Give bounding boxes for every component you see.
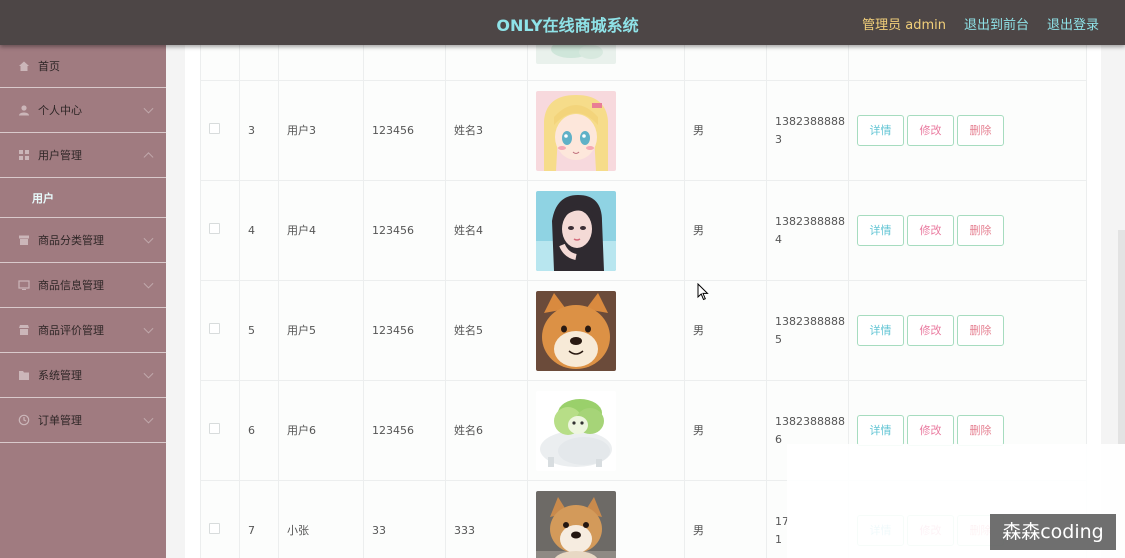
screen-icon bbox=[18, 279, 30, 291]
table-row bbox=[200, 45, 1087, 81]
chevron-down-icon bbox=[143, 103, 154, 114]
row-checkbox[interactable] bbox=[209, 322, 220, 334]
delete-button[interactable]: 删除 bbox=[957, 315, 1004, 346]
row-gender: 男 bbox=[684, 180, 767, 281]
table-row: 4 用户4 123456 姓名4 男 1382388888 4 详情 修改 删除 bbox=[200, 180, 1087, 281]
sidebar-item-label: 个人中心 bbox=[38, 104, 82, 117]
avatar-image bbox=[536, 490, 616, 558]
sidebar: 首页 个人中心 用户管理 用户 商品分类管理 商品信息管理 商品评价管理 系统管… bbox=[0, 45, 166, 558]
row-password: 33 bbox=[363, 480, 446, 558]
row-phone: 1382388888 4 bbox=[775, 214, 845, 246]
row-index: 7 bbox=[239, 480, 279, 558]
sidebar-item-user-management[interactable]: 用户管理 bbox=[0, 133, 166, 178]
delete-button[interactable]: 删除 bbox=[957, 115, 1004, 146]
sidebar-item-order-management[interactable]: 订单管理 bbox=[0, 398, 166, 443]
row-username: 用户4 bbox=[278, 180, 364, 281]
chevron-down-icon bbox=[143, 323, 154, 334]
avatar-image bbox=[536, 290, 616, 371]
chevron-down-icon bbox=[143, 278, 154, 289]
table-row: 5 用户5 123456 姓名5 男 1382388888 5 详情 修改 删除 bbox=[200, 280, 1087, 381]
detail-button[interactable]: 详情 bbox=[857, 215, 904, 246]
chevron-down-icon bbox=[143, 233, 154, 244]
archive-icon bbox=[18, 234, 30, 246]
sidebar-item-label: 用户管理 bbox=[38, 149, 82, 162]
edit-button[interactable]: 修改 bbox=[907, 415, 954, 446]
row-username: 用户6 bbox=[278, 380, 364, 481]
logout-link[interactable]: 退出登录 bbox=[1047, 14, 1099, 33]
clock-icon bbox=[18, 414, 30, 426]
sidebar-item-label: 商品评价管理 bbox=[38, 324, 104, 337]
sidebar-item-label: 商品信息管理 bbox=[38, 279, 104, 292]
sidebar-item-home[interactable]: 首页 bbox=[0, 45, 166, 88]
row-name: 333 bbox=[445, 480, 528, 558]
chevron-down-icon bbox=[143, 413, 154, 424]
detail-button[interactable]: 详情 bbox=[857, 315, 904, 346]
folder-icon bbox=[18, 369, 30, 381]
sidebar-item-personal-center[interactable]: 个人中心 bbox=[0, 88, 166, 133]
row-index: 6 bbox=[239, 380, 279, 481]
store-icon bbox=[18, 324, 30, 336]
sidebar-item-category-management[interactable]: 商品分类管理 bbox=[0, 218, 166, 263]
row-gender: 男 bbox=[684, 480, 767, 558]
user-icon bbox=[18, 104, 30, 116]
sidebar-item-label: 系统管理 bbox=[38, 369, 82, 382]
exit-to-frontend-link[interactable]: 退出到前台 bbox=[964, 14, 1029, 33]
detail-button[interactable]: 详情 bbox=[857, 115, 904, 146]
row-checkbox[interactable] bbox=[209, 422, 220, 434]
row-checkbox[interactable] bbox=[209, 122, 220, 134]
sidebar-item-system-management[interactable]: 系统管理 bbox=[0, 353, 166, 398]
row-phone: 1382388888 3 bbox=[775, 114, 845, 146]
sidebar-item-label: 商品分类管理 bbox=[38, 234, 104, 247]
avatar-image bbox=[536, 390, 616, 471]
edit-button[interactable]: 修改 bbox=[907, 315, 954, 346]
row-checkbox[interactable] bbox=[209, 522, 220, 534]
chevron-down-icon bbox=[143, 368, 154, 379]
admin-label: 管理员 admin bbox=[862, 18, 946, 33]
sidebar-item-review-management[interactable]: 商品评价管理 bbox=[0, 308, 166, 353]
row-password: 123456 bbox=[363, 280, 446, 381]
row-index: 4 bbox=[239, 180, 279, 281]
avatar-image bbox=[536, 190, 616, 271]
table-row: 3 用户3 123456 姓名3 男 1382388888 3 详情 修改 删除 bbox=[200, 80, 1087, 181]
delete-button[interactable]: 删除 bbox=[957, 415, 1004, 446]
avatar-image bbox=[536, 90, 616, 171]
row-password: 123456 bbox=[363, 380, 446, 481]
row-gender: 男 bbox=[684, 380, 767, 481]
avatar-image bbox=[536, 45, 616, 64]
edit-button[interactable]: 修改 bbox=[907, 115, 954, 146]
row-name: 姓名3 bbox=[445, 80, 528, 181]
header-actions: 管理员 admin 退出到前台 退出登录 bbox=[862, 14, 1099, 33]
chevron-up-icon bbox=[143, 152, 154, 163]
sidebar-item-product-management[interactable]: 商品信息管理 bbox=[0, 263, 166, 308]
row-username: 小张 bbox=[278, 480, 364, 558]
row-username: 用户5 bbox=[278, 280, 364, 381]
grid-icon bbox=[18, 149, 30, 161]
sidebar-item-label: 订单管理 bbox=[38, 414, 82, 427]
row-password: 123456 bbox=[363, 80, 446, 181]
sidebar-subitem-users[interactable]: 用户 bbox=[0, 178, 166, 218]
edit-button[interactable]: 修改 bbox=[907, 215, 954, 246]
row-password: 123456 bbox=[363, 180, 446, 281]
row-index: 5 bbox=[239, 280, 279, 381]
top-header: ONLY在线商城系统 管理员 admin 退出到前台 退出登录 bbox=[0, 0, 1125, 45]
row-name: 姓名5 bbox=[445, 280, 528, 381]
delete-button[interactable]: 删除 bbox=[957, 215, 1004, 246]
mouse-cursor-icon bbox=[697, 283, 709, 301]
row-index: 3 bbox=[239, 80, 279, 181]
scrollbar[interactable] bbox=[1118, 230, 1125, 444]
watermark: 森森coding bbox=[990, 514, 1116, 550]
row-username: 用户3 bbox=[278, 80, 364, 181]
row-gender: 男 bbox=[684, 80, 767, 181]
row-name: 姓名6 bbox=[445, 380, 528, 481]
row-name: 姓名4 bbox=[445, 180, 528, 281]
detail-button[interactable]: 详情 bbox=[857, 415, 904, 446]
row-checkbox[interactable] bbox=[209, 222, 220, 234]
sidebar-item-label: 首页 bbox=[38, 60, 60, 73]
home-icon bbox=[18, 60, 30, 72]
row-phone: 1382388888 5 bbox=[775, 314, 845, 346]
